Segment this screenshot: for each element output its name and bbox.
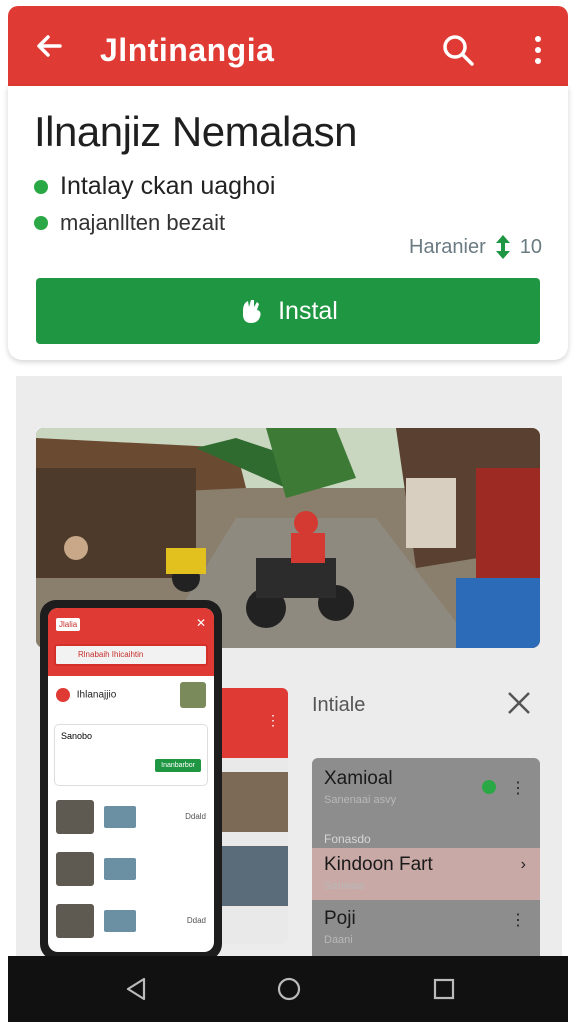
feature-bullet: Intalay ckan uaghoi — [34, 172, 275, 201]
feature-text: majanllten bezait — [60, 210, 226, 235]
list-item[interactable]: Xamioal Sanenaai asvy ⋮ Fonasdo — [312, 768, 540, 848]
panel-title: Intiale — [312, 694, 366, 716]
app-name: Ilnanjiz Nemalasn — [34, 108, 358, 155]
rating-label: Haranier — [409, 235, 486, 258]
list-item[interactable]: Poji Daani ⋮ — [312, 900, 540, 956]
list-item-name: Kindoon Fart — [324, 854, 433, 875]
list-item-name: Xamioal — [324, 768, 393, 789]
green-dot-icon — [34, 216, 48, 230]
phone-app-bar: Jlalia ✕ Rlnabaih Ihicaihtin — [48, 608, 214, 676]
feature-text: Intalay ckan uaghoi — [60, 172, 276, 200]
more-vert-icon: ⋮ — [266, 712, 280, 728]
strip-photo — [222, 772, 288, 832]
nav-home-icon[interactable] — [276, 976, 302, 1002]
feature-bullet: majanllten bezait — [34, 210, 225, 236]
thumbnail — [104, 806, 136, 828]
phone-mockup: Jlalia ✕ Rlnabaih Ihicaihtin Ihlanajjio … — [40, 600, 222, 960]
item-label: Ddald — [185, 812, 206, 821]
hand-icon — [243, 300, 261, 323]
item-label: Ddad — [186, 916, 206, 925]
app-screen: Jlntinangia Ilnanjiz Nemalasn Intalay ck… — [0, 0, 576, 1024]
thumbnail — [104, 910, 136, 932]
phone-action-button[interactable]: Inanbarbor — [155, 759, 201, 772]
preview-strip: ⋮ — [222, 688, 288, 944]
install-label: Instal — [278, 296, 338, 325]
app-header-card: Ilnanjiz Nemalasn Intalay ckan uaghoi ma… — [8, 86, 568, 360]
phone-section: Sanobo — [61, 731, 93, 741]
nav-recents-icon[interactable] — [432, 976, 456, 1002]
chevron-icon[interactable]: › — [521, 856, 526, 874]
phone-card: Sanobo Inanbarbor — [54, 724, 208, 786]
list-item-sub: Sanwaa — [324, 880, 364, 892]
list-item-name: Poji — [324, 908, 356, 929]
phone-list-item[interactable]: Ddad — [56, 904, 206, 946]
system-nav-bar — [8, 956, 568, 1022]
close-icon[interactable] — [506, 690, 532, 716]
list-item-sub: Daani — [324, 934, 353, 946]
strip-photo — [222, 846, 288, 906]
install-button[interactable]: Instal — [36, 278, 540, 344]
phone-chip: Rlnabaih Ihicaihtin — [54, 644, 208, 666]
list-item-sub: Sanenaai asvy — [324, 794, 397, 806]
status-dot-icon — [482, 780, 496, 794]
close-icon[interactable]: ✕ — [196, 616, 206, 630]
more-vert-icon[interactable] — [528, 34, 548, 66]
phone-screen: Jlalia ✕ Rlnabaih Ihicaihtin Ihlanajjio … — [48, 608, 214, 952]
avatar — [180, 682, 206, 708]
phone-tag: Jlalia — [56, 618, 81, 631]
app-bar: Jlntinangia — [8, 6, 568, 86]
thumbnail — [56, 852, 94, 886]
thumbnail — [104, 858, 136, 880]
nav-back-icon[interactable] — [124, 976, 148, 1002]
phone-app-title-text: Ihlanajjio — [76, 689, 117, 701]
phone-app-title: Ihlanajjio — [56, 682, 206, 708]
more-vert-icon[interactable]: ⋮ — [510, 778, 526, 798]
green-dot-icon — [34, 179, 48, 194]
thumbnail — [56, 800, 94, 834]
app-bar-title: Jlntinangia — [100, 32, 275, 68]
phone-back-icon — [56, 688, 70, 702]
screenshot-gallery: Jlalia ✕ Rlnabaih Ihicaihtin Ihlanajjio … — [16, 376, 562, 960]
strip-header: ⋮ — [222, 688, 288, 758]
thumbnail — [56, 904, 94, 938]
phone-list-item[interactable] — [56, 852, 206, 894]
list-item[interactable]: Kindoon Fart Sanwaa › — [312, 848, 540, 900]
panel-list: Xamioal Sanenaai asvy ⋮ Fonasdo Kindoon … — [312, 758, 540, 956]
phone-list-item[interactable]: Ddald — [56, 800, 206, 842]
section-label: Fonasdo — [324, 832, 371, 846]
more-vert-icon[interactable]: ⋮ — [510, 910, 526, 930]
rating-value: 10 — [519, 235, 542, 258]
updown-arrow-icon — [495, 235, 510, 259]
search-icon[interactable] — [440, 32, 476, 68]
arrow-back-icon[interactable] — [30, 26, 70, 66]
rating-row: Haranier 10 — [409, 234, 542, 260]
